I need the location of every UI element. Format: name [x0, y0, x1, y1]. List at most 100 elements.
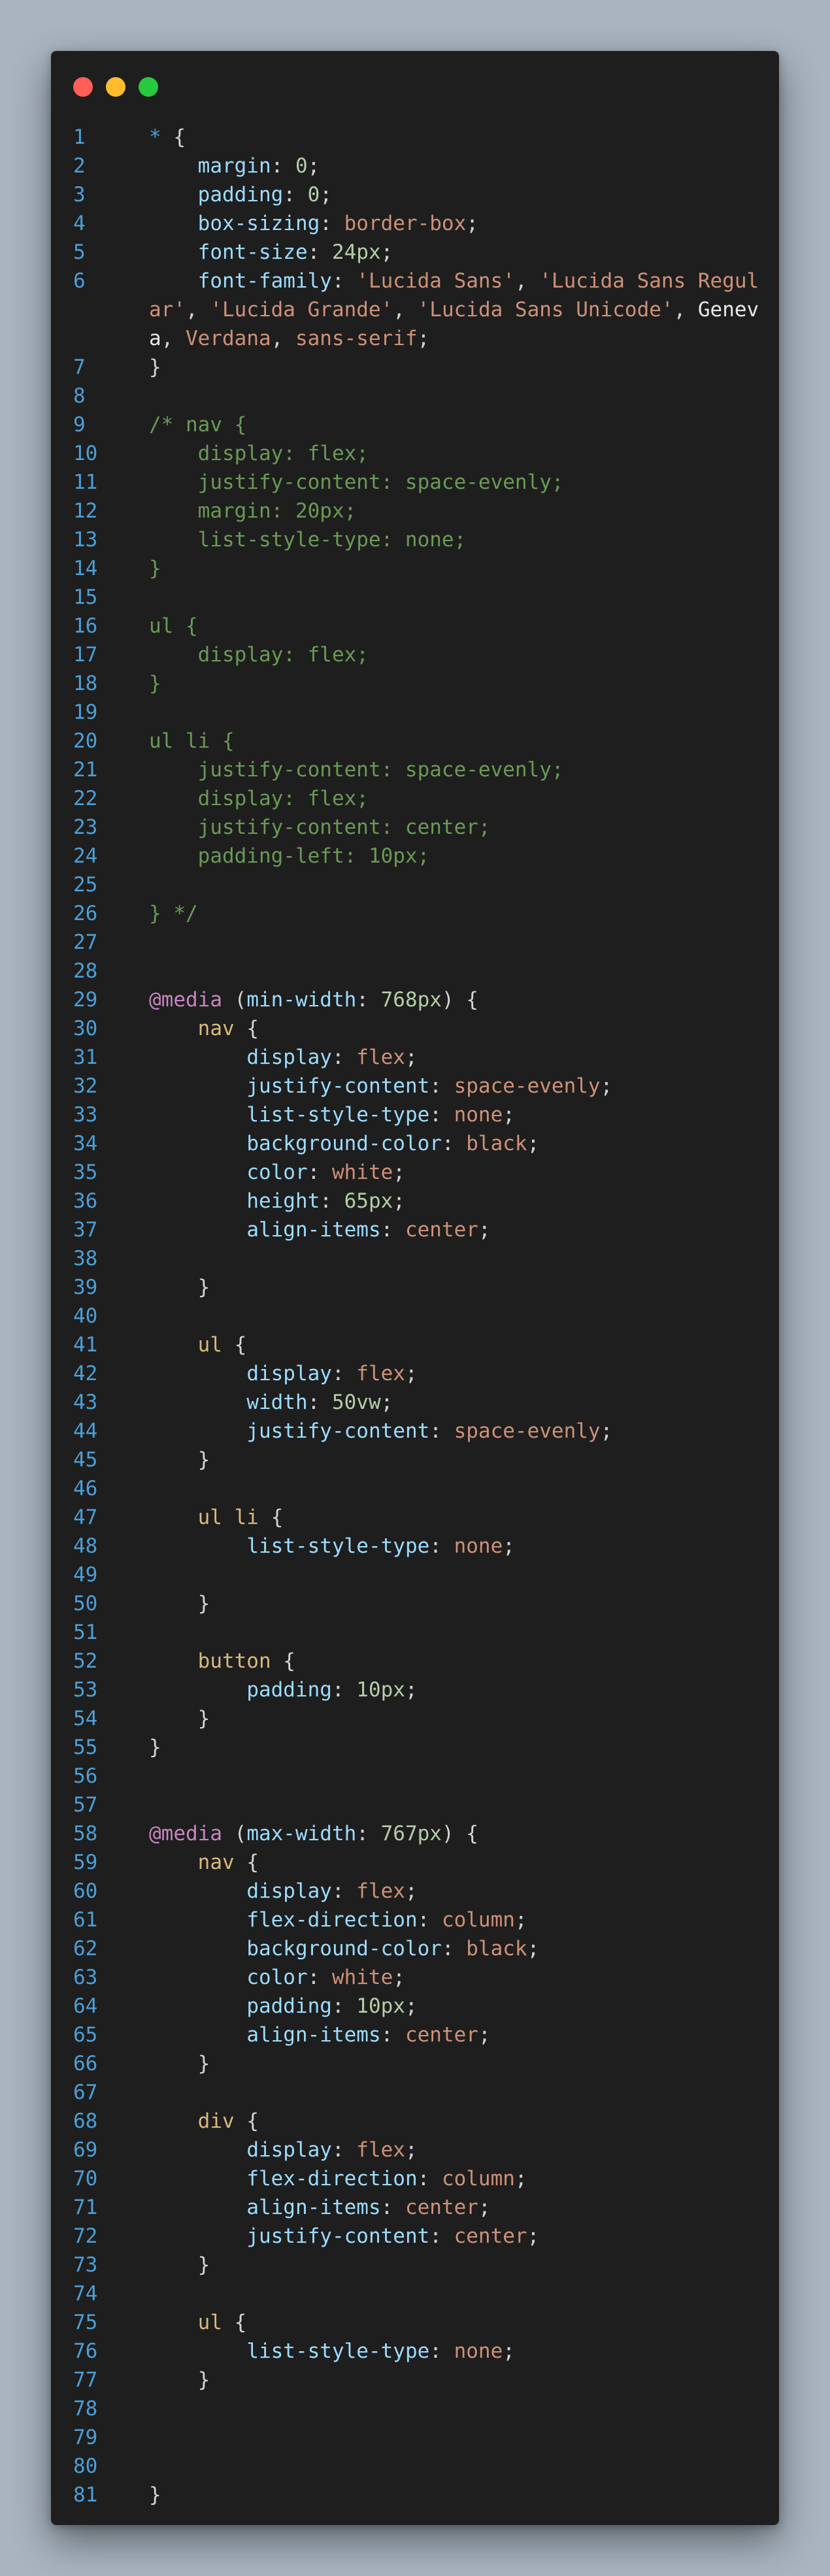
line-number: 69 [73, 2138, 98, 2162]
code-token: ul li [197, 1506, 259, 1529]
code-token: margin [197, 154, 271, 178]
code-line: 13 list-style-type: none; [51, 525, 779, 554]
code-token: font-size [197, 240, 308, 264]
code-token: display: flex; [149, 442, 369, 465]
line-number: 43 [73, 1391, 98, 1414]
line-number: 50 [73, 1592, 98, 1615]
minimize-window-button[interactable] [106, 77, 125, 97]
code-token: list-style-type [246, 1103, 430, 1127]
line-number: 79 [73, 2426, 98, 2449]
code-line: 27 [51, 928, 779, 957]
line-number: 68 [73, 2109, 98, 2133]
code-token: ; [478, 1218, 491, 1242]
code-token: : [307, 1161, 332, 1184]
line-number: 5 [73, 240, 86, 264]
code-line: 26} */ [51, 899, 779, 928]
code-line: 65 align-items: center; [51, 2021, 779, 2049]
code-token: padding-left: 10px; [149, 844, 430, 868]
code-token: display: flex; [149, 643, 369, 667]
code-line: 79 [51, 2423, 779, 2452]
line-number: 9 [73, 413, 86, 437]
code-line: 11 justify-content: space-evenly; [51, 468, 779, 497]
line-number: 60 [73, 1879, 98, 1903]
code-text: ul { [149, 612, 769, 640]
code-token: : [331, 1678, 357, 1702]
code-line: 61 flex-direction: column; [51, 1906, 779, 1934]
code-token: : [380, 2196, 405, 2219]
code-line: 70 flex-direction: column; [51, 2164, 779, 2193]
code-text: @media (max-width: 767px) { [149, 1819, 769, 1848]
code-token: : [320, 212, 344, 235]
code-text: } [149, 1445, 769, 1474]
code-token: justify-content: space-evenly; [149, 471, 564, 494]
code-token: } [149, 1736, 161, 1759]
maximize-window-button[interactable] [139, 77, 158, 97]
line-number: 21 [73, 758, 98, 782]
code-token: column [441, 1908, 515, 1932]
code-line: 64 padding: 10px; [51, 1992, 779, 2021]
code-token: 10px [356, 1678, 405, 1702]
code-line: 67 [51, 2078, 779, 2107]
code-line: 69 display: flex; [51, 2136, 779, 2164]
code-text: display: flex; [149, 1877, 769, 1906]
code-token: : [320, 1189, 344, 1213]
line-number: 4 [73, 212, 86, 235]
code-line: 7} [51, 353, 779, 382]
code-token: list-style-type [246, 2339, 430, 2363]
code-token: background-color [246, 1937, 442, 1960]
code-line: 14} [51, 554, 779, 583]
code-token: 768px [380, 988, 442, 1012]
code-token: ( [222, 1822, 247, 1845]
line-number: 81 [73, 2483, 98, 2507]
code-line: 10 display: flex; [51, 439, 779, 468]
code-text: list-style-type: none; [149, 1100, 769, 1129]
code-token: ; [503, 1103, 515, 1127]
code-token: min-width [246, 988, 357, 1012]
code-line: 17 display: flex; [51, 640, 779, 669]
code-token: { [222, 1333, 247, 1357]
code-token: @media [149, 988, 222, 1012]
code-token: ; [307, 154, 320, 178]
line-number: 40 [73, 1304, 98, 1328]
code-token: 'Lucida Sans Unicode' [417, 298, 674, 322]
code-line: 1 * { [51, 123, 779, 152]
code-line: 21 justify-content: space-evenly; [51, 755, 779, 784]
code-token: } [149, 2052, 210, 2075]
line-number: 16 [73, 614, 98, 638]
code-line: 32 justify-content: space-evenly; [51, 1072, 779, 1100]
line-number: 63 [73, 1966, 98, 1989]
code-token: ; [405, 1678, 418, 1702]
code-text: height: 65px; [149, 1187, 769, 1215]
code-token: } [149, 2253, 210, 2277]
line-number: 45 [73, 1448, 98, 1472]
code-token: ; [600, 1419, 613, 1443]
code-token: center [405, 2023, 478, 2047]
line-number: 15 [73, 586, 98, 609]
code-token: /* nav { [149, 413, 247, 437]
code-text: nav { [149, 1848, 769, 1877]
code-line: 50 } [51, 1589, 779, 1618]
code-token: nav [197, 1017, 235, 1040]
code-text: align-items: center; [149, 2193, 769, 2222]
close-window-button[interactable] [73, 77, 93, 97]
line-number: 25 [73, 873, 98, 897]
code-line: 30 nav { [51, 1014, 779, 1043]
code-token: ul { [149, 614, 198, 638]
line-number: 59 [73, 1851, 98, 1874]
line-number: 52 [73, 1649, 98, 1673]
line-number: 26 [73, 902, 98, 925]
code-token: : [331, 1879, 357, 1903]
code-line: 80 [51, 2452, 779, 2481]
code-token: ; [527, 1937, 540, 1960]
code-token: display [246, 2138, 332, 2162]
code-text: * { [149, 123, 769, 152]
code-text: } [149, 1273, 769, 1302]
